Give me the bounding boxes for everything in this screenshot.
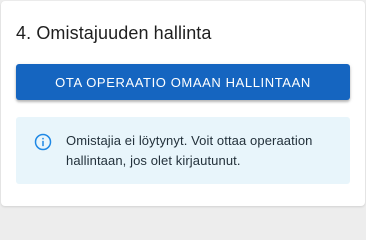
info-message: Omistajia ei löytynyt. Voit ottaa operaa…	[66, 133, 313, 168]
info-notice: Omistajia ei löytynyt. Voit ottaa operaa…	[16, 117, 350, 184]
ownership-management-card: 4. Omistajuuden hallinta OTA OPERAATIO O…	[1, 1, 365, 206]
take-ownership-button[interactable]: OTA OPERAATIO OMAAN HALLINTAAN	[16, 64, 350, 100]
section-title: 4. Omistajuuden hallinta	[16, 23, 212, 43]
info-icon	[34, 133, 52, 151]
